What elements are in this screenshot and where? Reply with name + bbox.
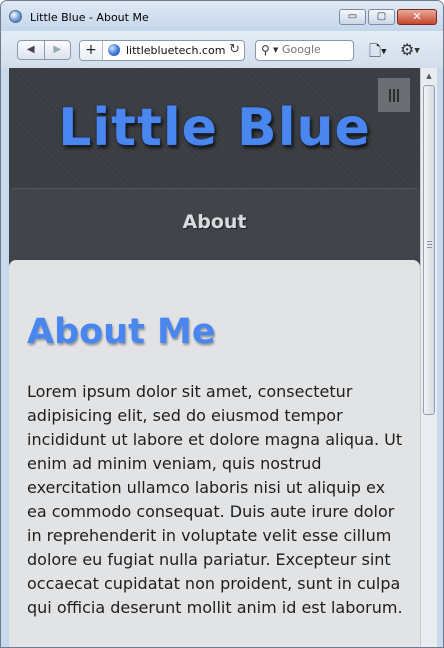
grip-icon: [427, 241, 432, 249]
vertical-scrollbar[interactable]: ▲: [420, 68, 437, 647]
maximize-icon: ▢: [376, 11, 387, 22]
globe-icon: [108, 44, 120, 56]
scrollbar-thumb[interactable]: [423, 85, 435, 415]
minimize-button[interactable]: ▭: [339, 9, 366, 25]
gear-icon: ⚙: [400, 40, 415, 59]
new-tab-button[interactable]: +: [80, 41, 103, 60]
nav-item-about[interactable]: About: [9, 211, 420, 233]
window-frame-left: [1, 68, 9, 647]
window-title: Little Blue - About Me: [30, 11, 149, 24]
back-button[interactable]: ◀: [18, 41, 45, 59]
chevron-down-icon: ▼: [381, 47, 387, 56]
page-title: About Me: [27, 312, 216, 352]
body-paragraph: Lorem ipsum dolor sit amet, consectetur …: [27, 382, 403, 617]
close-button[interactable]: ✕: [397, 9, 437, 25]
web-page: Little Blue About About Me Lorem ipsum d…: [9, 68, 420, 647]
search-engine-dropdown-icon[interactable]: ▼: [273, 46, 278, 54]
page-icon: 🗋: [369, 42, 382, 60]
tools-menu-button[interactable]: ⚙▼: [400, 40, 420, 59]
forward-button[interactable]: ▶: [45, 41, 71, 59]
site-nav: About: [9, 188, 420, 260]
site-title[interactable]: Little Blue: [9, 98, 420, 158]
maximize-button[interactable]: ▢: [368, 9, 395, 25]
close-icon: ✕: [412, 10, 422, 23]
minimize-icon: ▭: [347, 11, 358, 22]
search-box[interactable]: ⚲ ▼: [255, 40, 354, 61]
browser-globe-icon: [9, 10, 22, 23]
window-frame-right: [437, 68, 443, 647]
menu-toggle-button[interactable]: [378, 78, 410, 112]
reload-icon[interactable]: ↻: [229, 42, 240, 57]
browser-toolbar: ◀ ▶ + littlebluetech.com ↻ ⚲ ▼ 🗋▼ ⚙▼: [1, 31, 443, 69]
page-menu-button[interactable]: 🗋▼: [369, 41, 386, 66]
window-controls: ▭ ▢ ✕: [337, 9, 437, 25]
title-bar: Little Blue - About Me ▭ ▢ ✕: [1, 1, 443, 31]
nav-buttons: ◀ ▶: [17, 40, 71, 60]
search-icon: ⚲: [261, 43, 270, 57]
address-bar[interactable]: + littlebluetech.com ↻: [79, 40, 245, 61]
search-input[interactable]: [282, 43, 350, 56]
main-content: About Me Lorem ipsum dolor sit amet, con…: [9, 260, 420, 647]
hamburger-icon: [389, 89, 399, 102]
chevron-down-icon: ▼: [414, 46, 420, 55]
browser-window: Little Blue - About Me ▭ ▢ ✕ ◀ ▶ + littl…: [0, 0, 444, 648]
url-text[interactable]: littlebluetech.com: [126, 44, 225, 57]
site-header: Little Blue: [9, 68, 420, 188]
scroll-up-icon[interactable]: ▲: [421, 68, 437, 84]
